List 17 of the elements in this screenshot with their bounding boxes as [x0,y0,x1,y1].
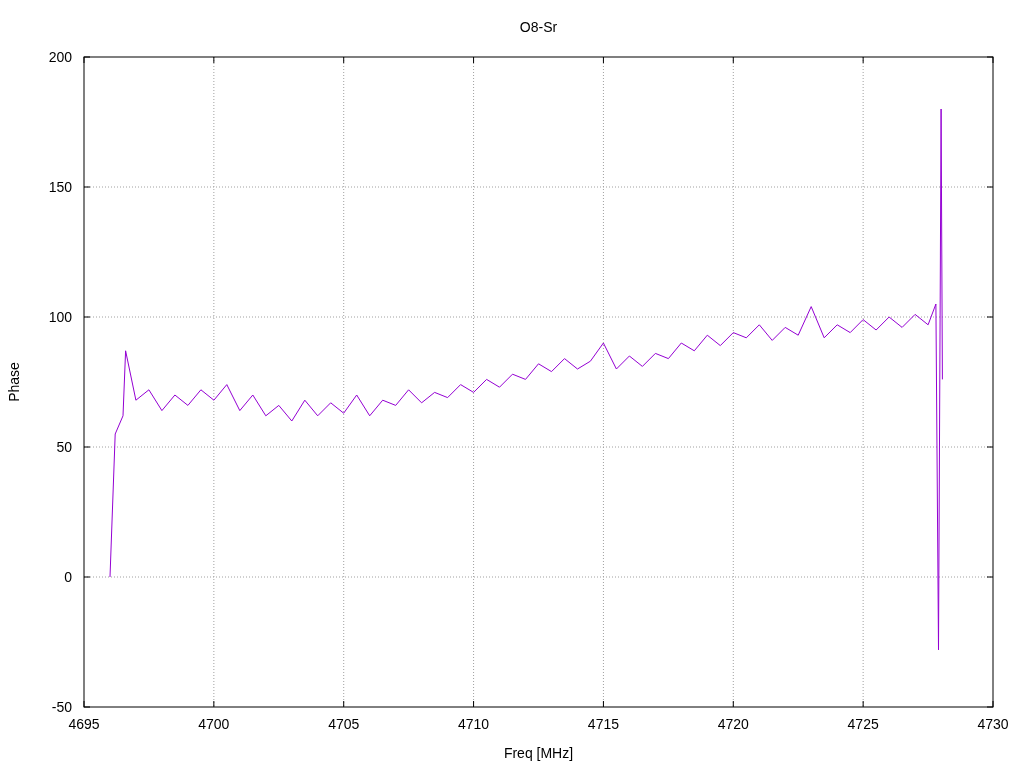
tick-label: 4700 [198,716,230,732]
tick-label: 4710 [458,716,490,732]
tick-label: 4720 [717,716,749,732]
tick-label: 50 [56,439,72,455]
tick-label: 100 [48,309,72,325]
tick-label: 4715 [587,716,619,732]
tick-label: 200 [48,49,72,65]
x-axis-label: Freq [MHz] [503,745,574,761]
tick-label: 4695 [68,716,100,732]
tick-label: -50 [51,699,72,715]
tick-label: 4705 [328,716,360,732]
y-axis-label: Phase [6,362,22,402]
tick-label: 4725 [847,716,879,732]
chart-title: O8-Sr [519,19,558,35]
tick-label: 4730 [977,716,1009,732]
tick-label: 0 [64,569,72,585]
tick-label: 150 [48,179,72,195]
